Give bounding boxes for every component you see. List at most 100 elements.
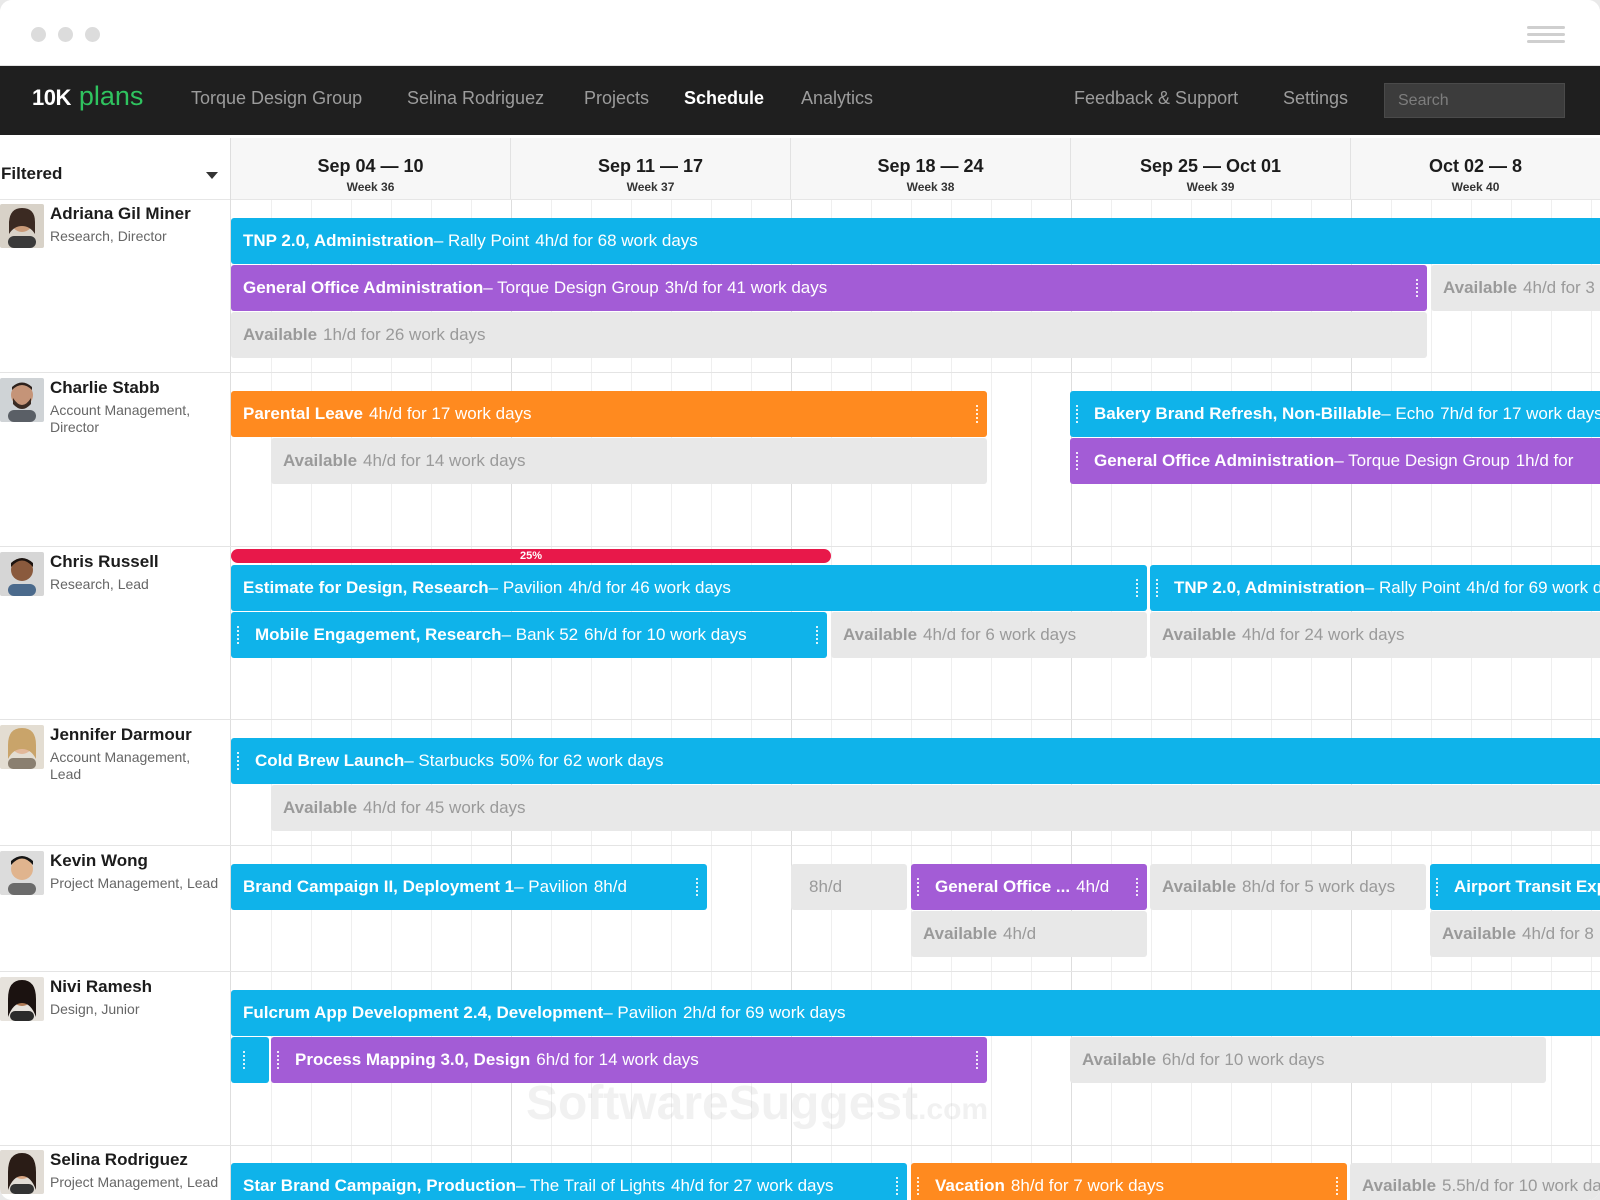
assignment-bar[interactable]: Cold Brew Launch– Starbucks 50% for 62 wo… [231, 738, 1600, 784]
assignment-project: Process Mapping 3.0, Design [295, 1050, 531, 1069]
resize-handle-icon[interactable] [237, 752, 240, 770]
resize-handle-icon[interactable] [1136, 579, 1139, 597]
availability-bar[interactable]: Available 4h/d for 14 work days [271, 438, 987, 484]
resize-handle-icon[interactable] [1436, 878, 1439, 896]
resize-handle-icon[interactable] [696, 878, 699, 896]
nav-link-feedback-support[interactable]: Feedback & Support [1074, 88, 1238, 109]
nav-link-settings[interactable]: Settings [1283, 88, 1348, 109]
app-logo[interactable]: 10K plans [32, 81, 143, 117]
resize-handle-icon[interactable] [917, 878, 920, 896]
availability-bar[interactable]: Available 5.5h/d for 10 work days [1350, 1163, 1600, 1200]
window-close-dot[interactable] [31, 27, 46, 42]
person-name: Kevin Wong [50, 851, 148, 870]
assignment-project: Vacation [935, 1176, 1005, 1195]
resize-handle-icon[interactable] [1336, 1177, 1339, 1195]
week-header: Oct 02 — 8 Week 40 [1351, 138, 1600, 199]
assignment-project: General Office Administration [243, 278, 484, 297]
nav-link-projects[interactable]: Projects [584, 88, 649, 109]
person-name: Nivi Ramesh [50, 977, 153, 996]
resize-handle-icon[interactable] [816, 626, 819, 644]
availability-bar[interactable]: Available 4h/d for 6 work days [831, 612, 1147, 658]
assignment-project: Airport Transit Exp [1454, 877, 1600, 896]
filter-dropdown[interactable]: Filtered [0, 160, 220, 188]
nav-link-organization[interactable]: Torque Design Group [191, 88, 362, 109]
assignment-bar[interactable]: General Office Administration– Torque De… [1070, 438, 1600, 484]
availability-bar[interactable]: Available 8h/d for 5 work days [1150, 864, 1426, 910]
resize-handle-icon[interactable] [1076, 405, 1079, 423]
row-divider [0, 971, 1600, 972]
resize-handle-icon[interactable] [243, 1051, 246, 1069]
assignment-bar[interactable]: Bakery Brand Refresh, Non-Billable– Echo… [1070, 391, 1600, 437]
window-minimize-dot[interactable] [58, 27, 73, 42]
resize-handle-icon[interactable] [1416, 279, 1419, 297]
assignment-project: Parental Leave [243, 404, 364, 423]
assignment-bar[interactable]: Parental Leave 4h/d for 17 work days [231, 391, 987, 437]
window-chrome [0, 0, 1600, 66]
row-divider [0, 546, 1600, 547]
assignment-detail: 6h/d for 14 work days [536, 1050, 699, 1069]
row-divider [0, 372, 1600, 373]
availability-bar[interactable]: Available 4h/d for 8 [1430, 911, 1600, 957]
availability-bar[interactable]: Available 6h/d for 10 work days [1070, 1037, 1546, 1083]
availability-bar[interactable]: 8h/d [791, 864, 907, 910]
availability-bar[interactable]: Available 4h/d for 3 [1431, 265, 1600, 311]
assignment-bar[interactable]: General Office ... 4h/d [911, 864, 1147, 910]
person-role: Account Management, Lead [50, 749, 191, 782]
resize-handle-icon[interactable] [976, 405, 979, 423]
assignment-bar[interactable]: Brand Campaign II, Deployment 1– Pavilio… [231, 864, 707, 910]
availability-bar[interactable]: Available 4h/d for 45 work days [271, 785, 1600, 831]
availability-bar[interactable]: Available 4h/d for 24 work days [1150, 612, 1600, 658]
assignment-client: – Bank 52 [501, 625, 579, 644]
person-role: Project Management, Lead [50, 875, 219, 891]
search-input[interactable] [1384, 83, 1565, 118]
nav-link-user[interactable]: Selina Rodriguez [407, 88, 544, 109]
assignment-bar[interactable]: TNP 2.0, Administration– Rally Point 4h/d… [1150, 565, 1600, 611]
assignment-project: General Office Administration [1094, 451, 1335, 470]
assignment-project: Mobile Engagement, Research [255, 625, 502, 644]
assignment-bar-stub[interactable] [231, 1037, 269, 1083]
resize-handle-icon[interactable] [976, 1051, 979, 1069]
person-role: Research, Director [50, 228, 167, 244]
resize-handle-icon[interactable] [917, 1177, 920, 1195]
assignment-project: Available [843, 625, 918, 644]
nav-link-analytics[interactable]: Analytics [801, 88, 873, 109]
resize-handle-icon[interactable] [896, 1177, 899, 1195]
assignment-bar[interactable]: Star Brand Campaign, Production– The Tra… [231, 1163, 907, 1200]
assignment-detail: 4h/d [1003, 924, 1037, 943]
assignment-detail: 4h/d for 68 work days [535, 231, 698, 250]
assignment-client: – Rally Point [1364, 578, 1461, 597]
assignment-detail: 4h/d for 45 work days [363, 798, 526, 817]
hamburger-menu-icon[interactable] [1527, 26, 1565, 44]
availability-bar[interactable]: Available 1h/d for 26 work days [231, 312, 1427, 358]
assignment-bar[interactable]: General Office Administration– Torque De… [231, 265, 1427, 311]
assignment-client: – Torque Design Group [483, 278, 659, 297]
assignment-bar[interactable]: Fulcrum App Development 2.4, Development… [231, 990, 1600, 1036]
assignment-bar[interactable]: Airport Transit Exp [1430, 864, 1600, 910]
assignment-detail: 4h/d for 17 work days [369, 404, 532, 423]
resize-handle-icon[interactable] [237, 626, 240, 644]
resize-handle-icon[interactable] [277, 1051, 280, 1069]
assignment-detail: 7h/d for 17 work days [1440, 404, 1600, 423]
nav-link-schedule[interactable]: Schedule [684, 88, 764, 109]
row-divider [0, 845, 1600, 846]
avatar [0, 725, 44, 769]
resize-handle-icon[interactable] [1076, 452, 1079, 470]
week-range: Sep 04 — 10 [317, 156, 424, 176]
week-number: Week 39 [1186, 180, 1235, 194]
person-name: Charlie Stabb [50, 378, 160, 397]
assignment-bar[interactable]: Estimate for Design, Research– Pavilion 4… [231, 565, 1147, 611]
assignment-project: Fulcrum App Development 2.4, Development [243, 1003, 604, 1022]
person-role: Project Management, Lead [50, 1174, 219, 1190]
resize-handle-icon[interactable] [1136, 878, 1139, 896]
assignment-detail: 6h/d for 10 work days [1162, 1050, 1325, 1069]
day-gridline [1591, 200, 1592, 1200]
availability-bar[interactable]: Available 4h/d [911, 911, 1147, 957]
assignment-project: Available [1082, 1050, 1157, 1069]
assignment-bar[interactable]: TNP 2.0, Administration– Rally Point 4h/d… [231, 218, 1600, 264]
assignment-bar[interactable]: Vacation 8h/d for 7 work days [911, 1163, 1347, 1200]
assignment-bar[interactable]: Mobile Engagement, Research– Bank 52 6h/d… [231, 612, 827, 658]
resize-handle-icon[interactable] [1156, 579, 1159, 597]
window-maximize-dot[interactable] [85, 27, 100, 42]
watermark: SoftwareSuggest.com [526, 1076, 988, 1131]
assignment-detail: 4h/d for 27 work days [670, 1176, 834, 1195]
